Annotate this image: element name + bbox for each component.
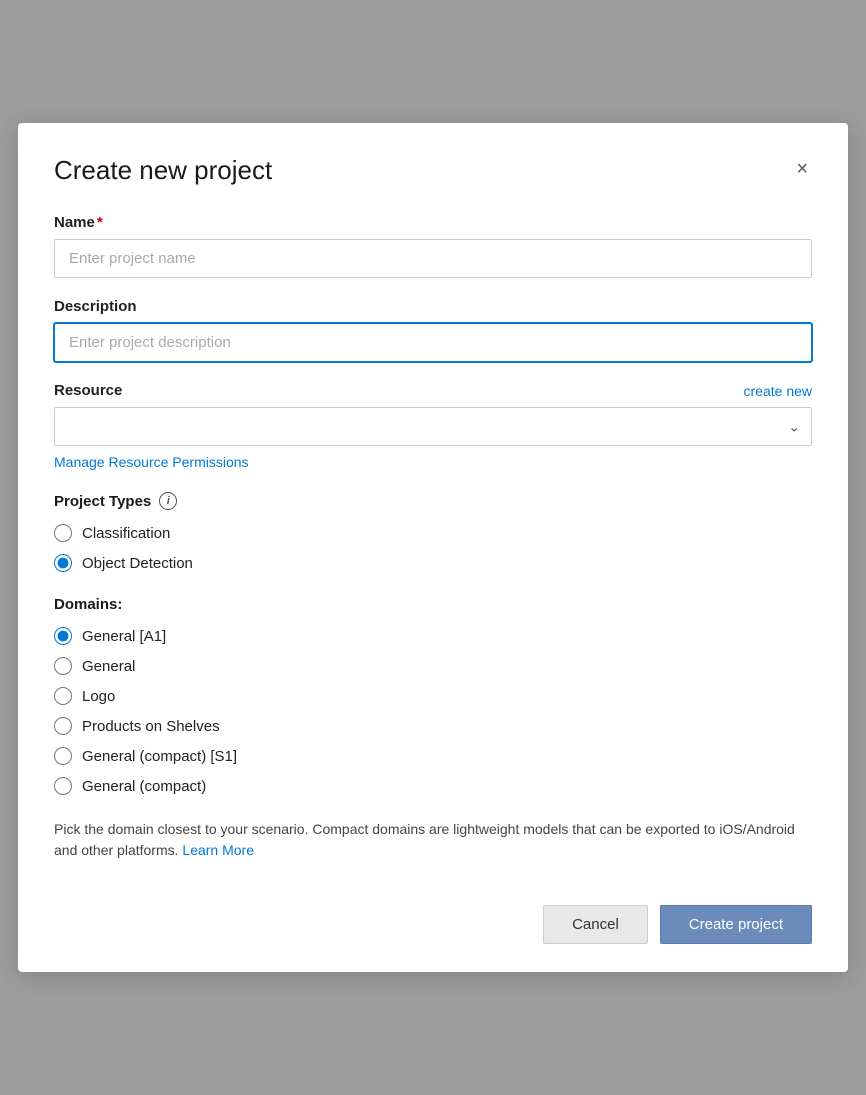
project-type-classification[interactable]: Classification bbox=[54, 524, 812, 542]
info-icon: i bbox=[159, 492, 177, 510]
general-a1-radio[interactable] bbox=[54, 627, 72, 645]
close-button[interactable]: × bbox=[792, 155, 812, 183]
project-types-header: Project Types i bbox=[54, 492, 812, 510]
general-a1-label: General [A1] bbox=[82, 628, 166, 645]
dialog-header: Create new project × bbox=[54, 155, 812, 186]
description-field-group: Description bbox=[54, 298, 812, 362]
domain-logo[interactable]: Logo bbox=[54, 687, 812, 705]
create-new-link[interactable]: create new bbox=[744, 383, 812, 399]
general-compact-radio[interactable] bbox=[54, 777, 72, 795]
create-project-dialog: Create new project × Name* Description R… bbox=[18, 123, 848, 972]
create-project-button[interactable]: Create project bbox=[660, 905, 812, 944]
domains-label: Domains: bbox=[54, 596, 812, 613]
domain-products-on-shelves[interactable]: Products on Shelves bbox=[54, 717, 812, 735]
manage-permissions-link[interactable]: Manage Resource Permissions bbox=[54, 454, 249, 470]
general-radio[interactable] bbox=[54, 657, 72, 675]
domain-hint-text: Pick the domain closest to your scenario… bbox=[54, 819, 812, 861]
resource-field-group: Resource create new ⌄ Manage Resource Pe… bbox=[54, 382, 812, 472]
name-input[interactable] bbox=[54, 239, 812, 278]
products-on-shelves-label: Products on Shelves bbox=[82, 718, 220, 735]
dialog-footer: Cancel Create project bbox=[54, 889, 812, 944]
domains-radio-group: General [A1] General Logo Products on Sh… bbox=[54, 627, 812, 795]
object-detection-label: Object Detection bbox=[82, 555, 193, 572]
resource-select[interactable] bbox=[54, 407, 812, 446]
required-star: * bbox=[97, 214, 103, 231]
classification-radio[interactable] bbox=[54, 524, 72, 542]
resource-label: Resource bbox=[54, 382, 122, 399]
domain-general-compact[interactable]: General (compact) bbox=[54, 777, 812, 795]
general-compact-s1-label: General (compact) [S1] bbox=[82, 748, 237, 765]
description-input[interactable] bbox=[54, 323, 812, 362]
project-type-object-detection[interactable]: Object Detection bbox=[54, 554, 812, 572]
name-field-group: Name* bbox=[54, 214, 812, 278]
resource-label-row: Resource create new bbox=[54, 382, 812, 399]
logo-label: Logo bbox=[82, 688, 115, 705]
classification-label: Classification bbox=[82, 525, 170, 542]
project-types-label: Project Types bbox=[54, 493, 151, 510]
domain-general-compact-s1[interactable]: General (compact) [S1] bbox=[54, 747, 812, 765]
general-label: General bbox=[82, 658, 135, 675]
project-types-radio-group: Classification Object Detection bbox=[54, 524, 812, 572]
products-on-shelves-radio[interactable] bbox=[54, 717, 72, 735]
resource-select-wrapper: ⌄ bbox=[54, 407, 812, 446]
domain-general[interactable]: General bbox=[54, 657, 812, 675]
logo-radio[interactable] bbox=[54, 687, 72, 705]
general-compact-label: General (compact) bbox=[82, 778, 206, 795]
learn-more-link[interactable]: Learn More bbox=[182, 842, 254, 858]
domains-group: Domains: General [A1] General Logo Produ… bbox=[54, 596, 812, 861]
dialog-title: Create new project bbox=[54, 155, 272, 186]
cancel-button[interactable]: Cancel bbox=[543, 905, 648, 944]
dialog-overlay: Create new project × Name* Description R… bbox=[0, 0, 866, 1095]
hint-main-text: Pick the domain closest to your scenario… bbox=[54, 821, 795, 858]
name-label: Name* bbox=[54, 214, 812, 231]
description-label: Description bbox=[54, 298, 812, 315]
general-compact-s1-radio[interactable] bbox=[54, 747, 72, 765]
project-types-group: Project Types i Classification Object De… bbox=[54, 492, 812, 572]
object-detection-radio[interactable] bbox=[54, 554, 72, 572]
domain-general-a1[interactable]: General [A1] bbox=[54, 627, 812, 645]
